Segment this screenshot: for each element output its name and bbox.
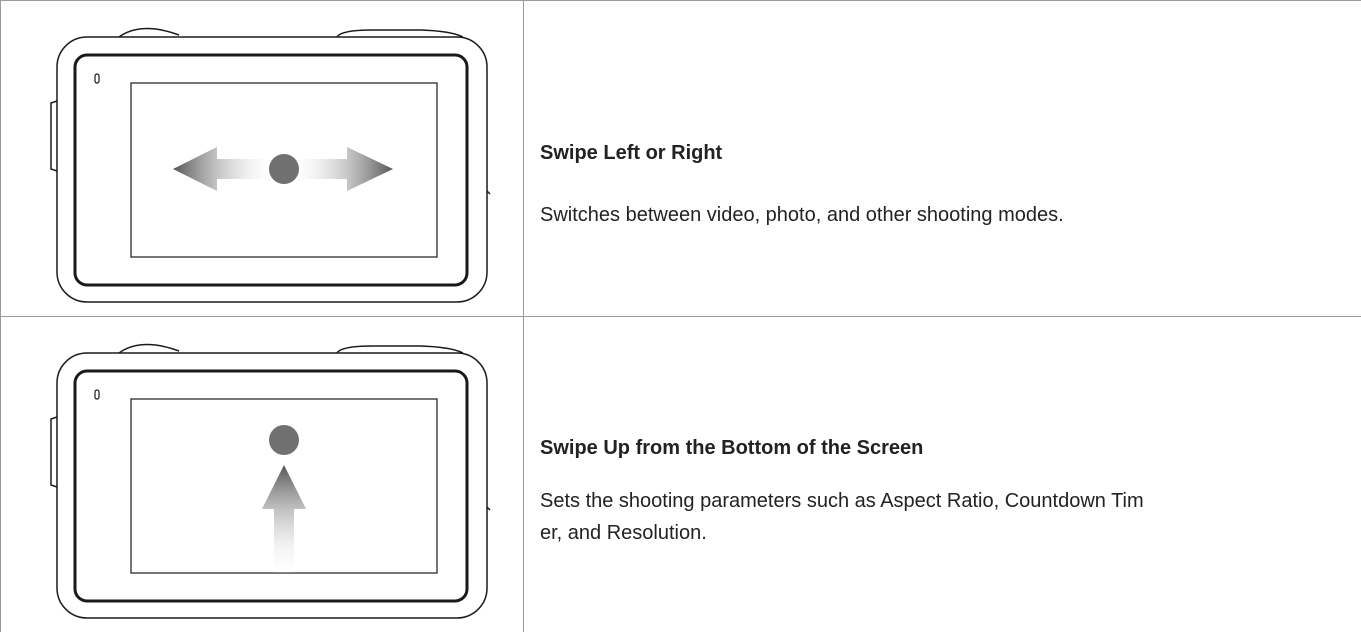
description-cell: Swipe Left or Right Switches between vid…	[524, 1, 1361, 316]
gesture-row-swipe-up: Swipe Up from the Bottom of the Screen S…	[1, 317, 1361, 632]
illustration-cell	[1, 317, 524, 632]
description-cell: Swipe Up from the Bottom of the Screen S…	[524, 317, 1361, 632]
gesture-title: Swipe Up from the Bottom of the Screen	[540, 437, 924, 459]
gesture-description: Switches between video, photo, and other…	[540, 204, 1064, 226]
gesture-title: Swipe Left or Right	[540, 142, 723, 164]
gesture-table: Swipe Left or Right Switches between vid…	[0, 0, 1361, 632]
camera-swipe-up-icon	[50, 343, 491, 619]
illustration-cell	[1, 1, 524, 316]
camera-swipe-left-right-icon	[50, 27, 491, 303]
gesture-description: Sets the shooting parameters such as Asp…	[540, 490, 1144, 544]
gesture-row-swipe-left-right: Swipe Left or Right Switches between vid…	[1, 1, 1361, 317]
